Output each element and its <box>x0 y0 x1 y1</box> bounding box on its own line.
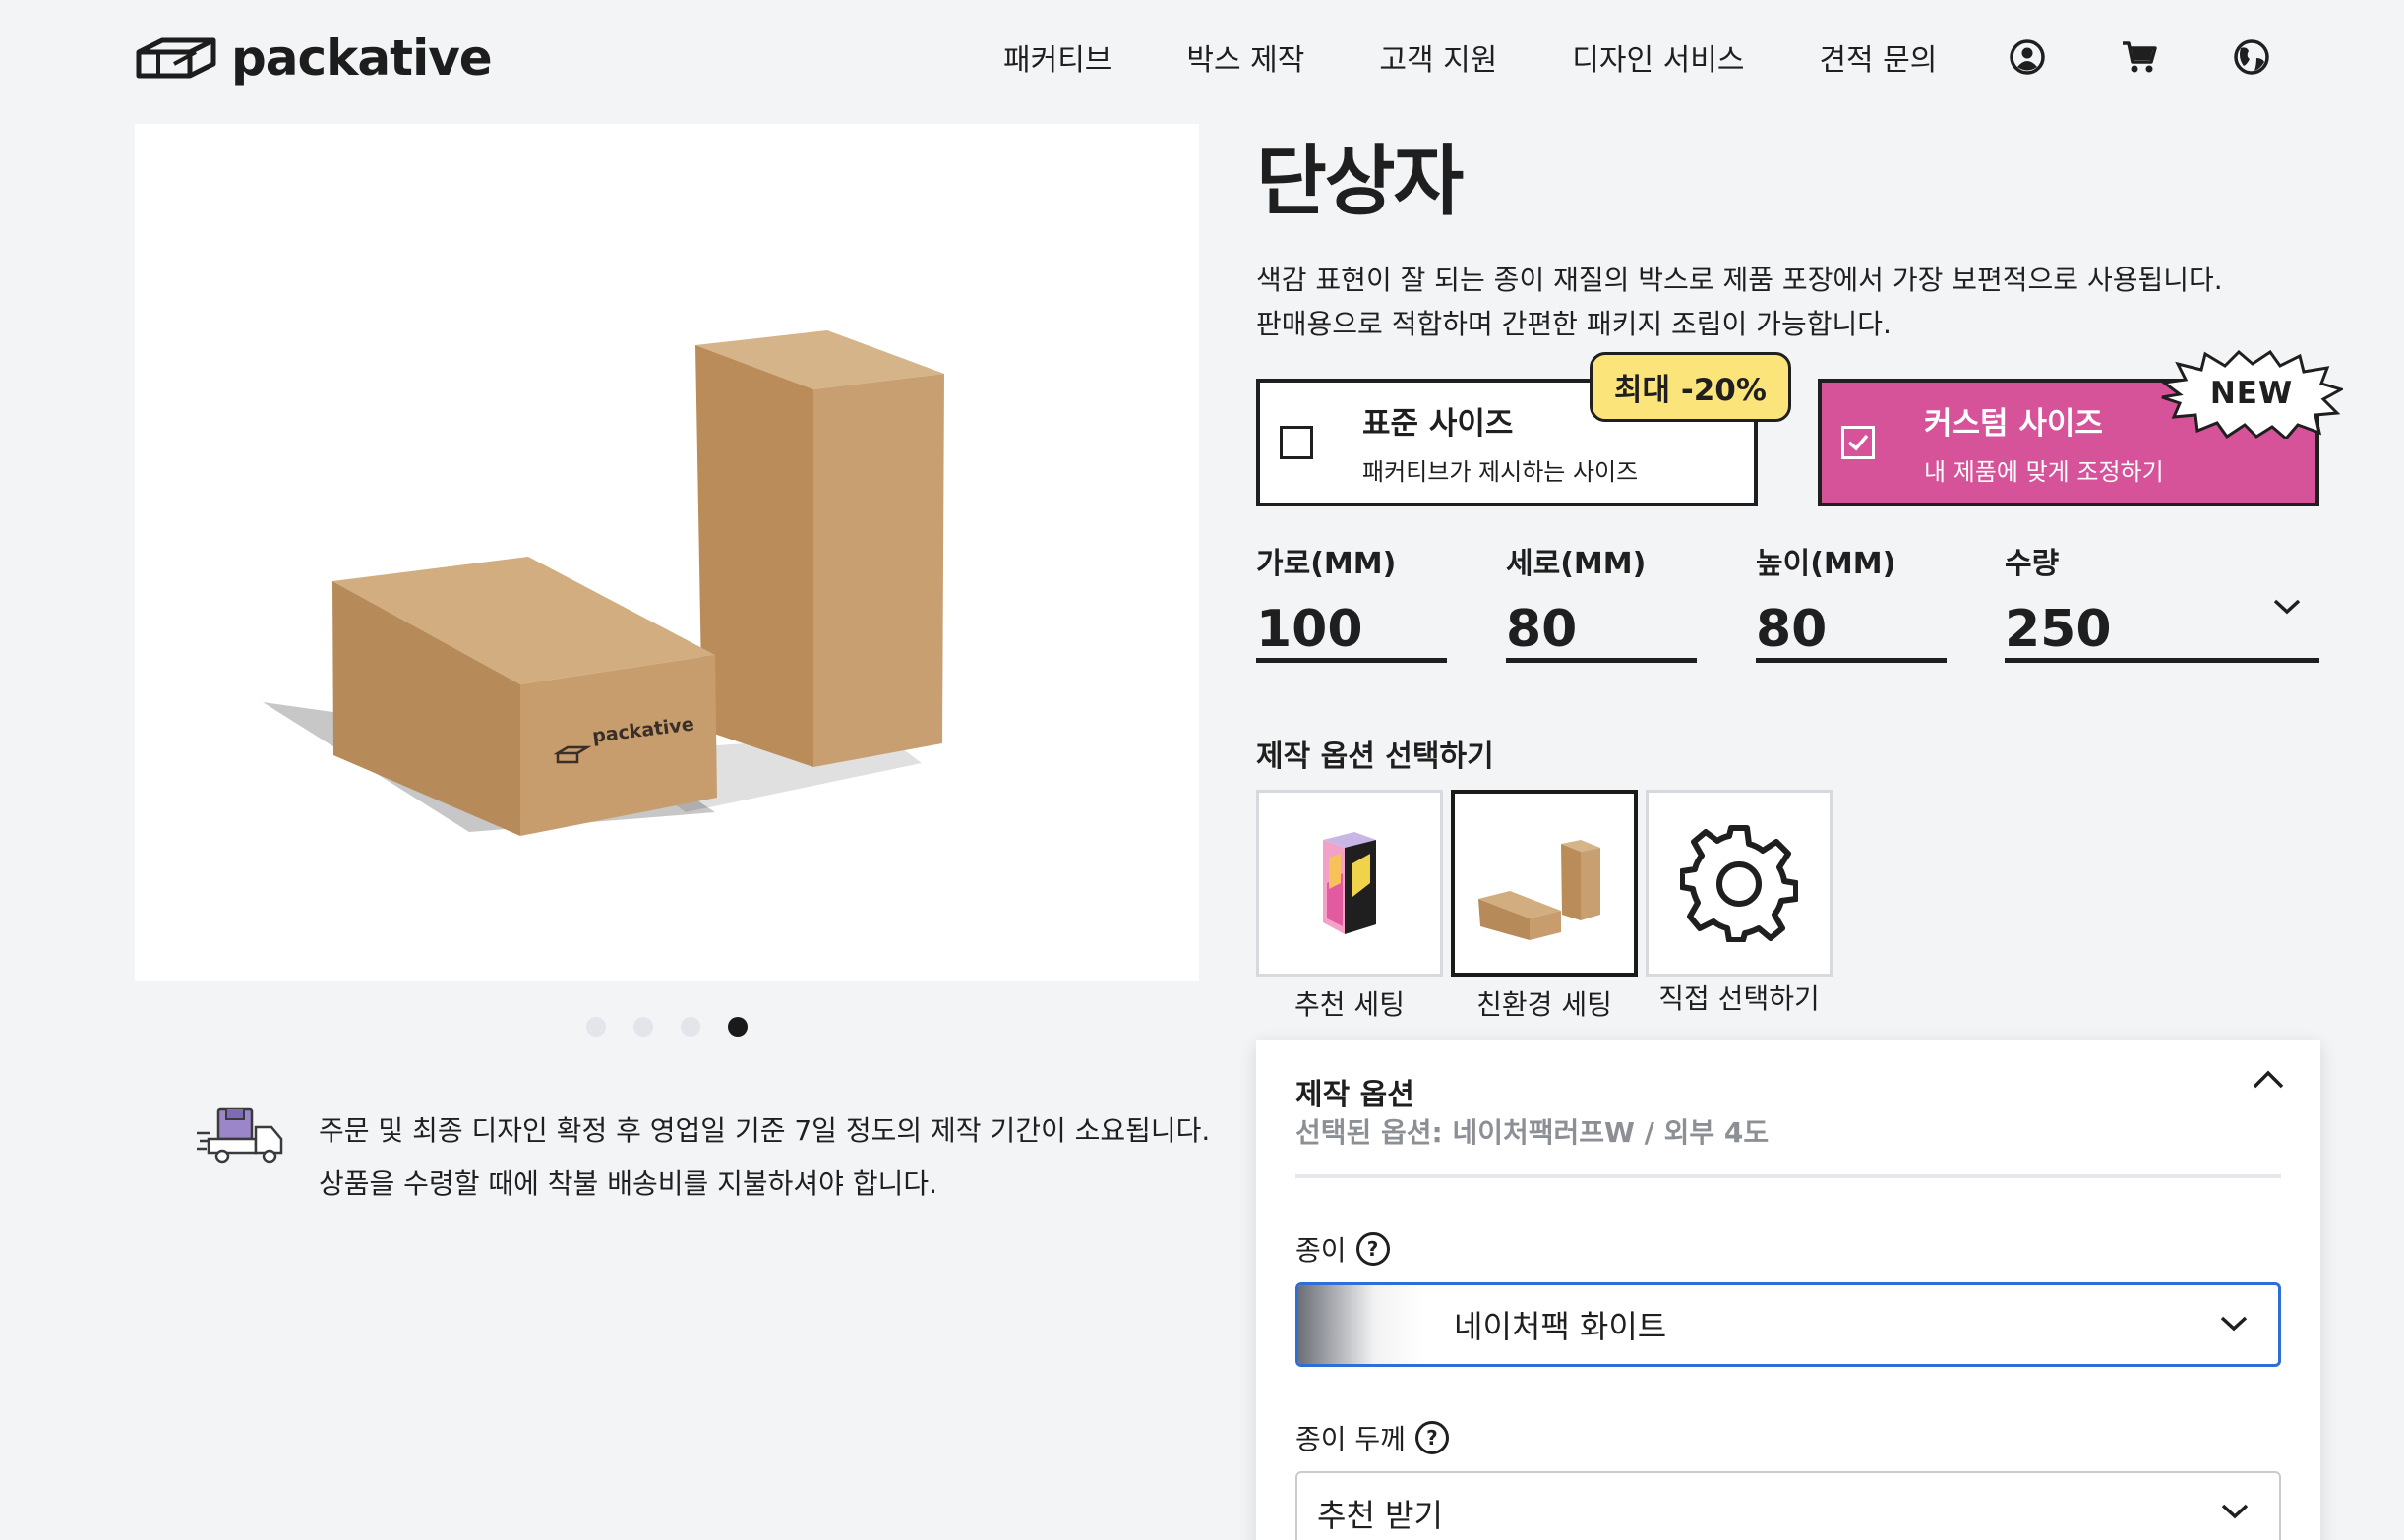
main-nav: 패커티브 박스 제작 고객 지원 디자인 서비스 견적 문의 <box>1003 30 2012 85</box>
preset-custom-label: 직접 선택하기 <box>1658 982 1820 1015</box>
nav-item-quote[interactable]: 견적 문의 <box>1819 35 1937 79</box>
delivery-truck-icon <box>197 1105 291 1202</box>
check-icon <box>1847 434 1869 451</box>
thickness-label: 종이 두께 <box>1295 1423 1406 1455</box>
paper-swatch <box>1298 1285 1424 1364</box>
preset-recommended-label: 추천 세팅 <box>1294 988 1405 1021</box>
help-icon[interactable]: ? <box>1355 1232 1390 1266</box>
custom-size-title: 커스텀 사이즈 <box>1924 406 2103 442</box>
carousel-dot-1[interactable] <box>586 1017 606 1037</box>
depth-field[interactable]: 세로(MM) 80 <box>1506 539 1697 663</box>
thickness-field-label: 종이 두께 ? <box>1295 1418 1449 1457</box>
paper-select[interactable]: 네이처팩 화이트 <box>1295 1282 2281 1367</box>
custom-size-checkbox[interactable] <box>1841 426 1875 459</box>
preset-eco[interactable] <box>1451 790 1638 977</box>
height-input[interactable]: 80 <box>1756 600 1947 659</box>
new-badge-text: NEW <box>2209 376 2294 411</box>
chevron-down-icon <box>2272 598 2302 620</box>
width-label: 가로(MM) <box>1256 547 1397 581</box>
quantity-label: 수량 <box>2005 547 2060 581</box>
recommended-box-icon <box>1323 832 1376 934</box>
depth-label: 세로(MM) <box>1506 547 1647 581</box>
chevron-up-icon[interactable] <box>2252 1068 2285 1094</box>
width-input[interactable]: 100 <box>1256 600 1447 659</box>
chevron-down-icon <box>2219 1315 2249 1336</box>
description-line-1: 색감 표현이 잘 되는 종이 재질의 박스로 제품 포장에서 가장 보편적으로 … <box>1256 264 2223 296</box>
description-line-2: 판매용으로 적합하며 간편한 패키지 조립이 가능합니다. <box>1256 308 1892 340</box>
carousel-dots <box>586 1017 748 1037</box>
preset-custom[interactable] <box>1646 790 1833 977</box>
thickness-select-value: 추천 받기 <box>1317 1497 1443 1534</box>
paper-select-value: 네이처팩 화이트 <box>1454 1308 1667 1345</box>
options-selected-summary: 선택된 옵션: 네이처팩러프W / 외부 4도 <box>1295 1116 1770 1149</box>
nav-item-design-service[interactable]: 디자인 서비스 <box>1572 35 1744 79</box>
depth-input[interactable]: 80 <box>1506 600 1697 659</box>
chevron-down-icon <box>2220 1503 2250 1524</box>
logo-box-icon <box>135 30 217 86</box>
paper-label: 종이 <box>1295 1234 1347 1267</box>
nav-item-box-making[interactable]: 박스 제작 <box>1186 35 1304 79</box>
notice-line-lead-time: 주문 및 최종 디자인 확정 후 영업일 기준 7일 정도의 제작 기간이 소요… <box>319 1114 1211 1147</box>
brand-logo[interactable]: packative <box>135 30 493 87</box>
width-field[interactable]: 가로(MM) 100 <box>1256 539 1447 663</box>
nav-item-packative[interactable]: 패커티브 <box>1003 35 1112 79</box>
carousel-dot-2[interactable] <box>633 1017 653 1037</box>
product-description: 색감 표현이 잘 되는 종이 재질의 박스로 제품 포장에서 가장 보편적으로 … <box>1256 258 2338 346</box>
thickness-select[interactable]: 추천 받기 <box>1295 1471 2281 1540</box>
carousel-dot-3[interactable] <box>681 1017 700 1037</box>
notice-line-shipping-fee: 상품을 수령할 때에 착불 배송비를 지불하셔야 합니다. <box>319 1167 938 1200</box>
new-badge: NEW <box>2160 350 2343 439</box>
help-icon[interactable]: ? <box>1414 1421 1449 1454</box>
account-icon[interactable] <box>2007 36 2048 78</box>
page-title: 단상자 <box>1256 138 1464 226</box>
discount-badge: 최대 -20% <box>1590 352 1791 422</box>
header-icons <box>2007 30 2272 85</box>
standard-size-checkbox[interactable] <box>1280 426 1313 459</box>
paper-field-label: 종이 ? <box>1295 1229 1390 1269</box>
production-options-panel: 제작 옵션 선택된 옵션: 네이처팩러프W / 외부 4도 종이 ? 네이처팩 … <box>1256 1040 2320 1540</box>
height-field[interactable]: 높이(MM) 80 <box>1756 539 1947 663</box>
nav-item-support[interactable]: 고객 지원 <box>1379 35 1497 79</box>
shipping-notice: 주문 및 최종 디자인 확정 후 영업일 기준 7일 정도의 제작 기간이 소요… <box>197 1105 1210 1202</box>
eco-box-icon <box>1478 840 1600 940</box>
cart-icon[interactable] <box>2119 36 2160 78</box>
options-divider <box>1295 1174 2281 1178</box>
product-image[interactable]: packative <box>135 124 1199 981</box>
production-presets-label: 제작 옵션 선택하기 <box>1256 740 1494 774</box>
height-label: 높이(MM) <box>1756 547 1896 581</box>
preset-eco-label: 친환경 세팅 <box>1476 988 1612 1021</box>
options-panel-title: 제작 옵션 <box>1295 1078 1414 1112</box>
brand-name: packative <box>231 30 493 87</box>
carousel-dot-4[interactable] <box>728 1017 748 1037</box>
standard-size-subtitle: 패커티브가 제시하는 사이즈 <box>1362 458 1639 486</box>
globe-icon[interactable] <box>2231 36 2272 78</box>
preset-recommended[interactable] <box>1256 790 1443 977</box>
gear-icon <box>1680 825 1798 942</box>
quantity-select[interactable]: 수량 250 <box>2005 539 2319 663</box>
custom-size-subtitle: 내 제품에 맞게 조정하기 <box>1924 458 2164 486</box>
